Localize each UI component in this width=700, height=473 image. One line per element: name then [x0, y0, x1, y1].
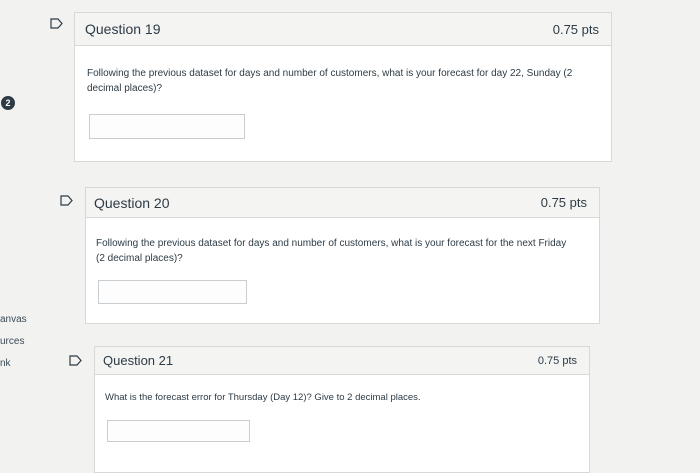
sidebar-item-resources[interactable]: urces: [0, 336, 24, 347]
question-title: Question 21: [103, 353, 174, 368]
question-20-header: Question 20 0.75 pts: [86, 188, 599, 218]
question-points: 0.75 pts: [540, 195, 587, 210]
question-title: Question 19: [85, 21, 161, 37]
flag-question-20-icon[interactable]: [60, 195, 73, 206]
answer-input-19[interactable]: [89, 114, 245, 139]
sidebar-item-link[interactable]: nk: [0, 358, 11, 369]
answer-input-20[interactable]: [98, 280, 247, 304]
flag-question-21-icon[interactable]: [69, 355, 82, 366]
question-text: Following the previous dataset for days …: [87, 68, 573, 94]
question-points: 0.75 pts: [552, 21, 599, 37]
flag-question-19-icon[interactable]: [50, 18, 63, 29]
question-20-card: Question 20 0.75 pts Following the previ…: [85, 187, 600, 324]
question-title: Question 20: [94, 194, 170, 211]
question-points: 0.75 pts: [537, 354, 577, 367]
question-21-card: Question 21 0.75 pts What is the forecas…: [94, 346, 590, 473]
question-19-header: Question 19 0.75 pts: [75, 13, 611, 46]
notification-badge[interactable]: 2: [1, 96, 15, 110]
question-text: What is the forecast error for Thursday …: [105, 392, 421, 403]
question-text: Following the previous dataset for days …: [96, 238, 567, 264]
question-19-card: Question 19 0.75 pts Following the previ…: [74, 12, 612, 162]
question-21-header: Question 21 0.75 pts: [95, 347, 589, 375]
answer-input-21[interactable]: [107, 420, 250, 442]
sidebar-item-canvas[interactable]: anvas: [0, 314, 27, 325]
